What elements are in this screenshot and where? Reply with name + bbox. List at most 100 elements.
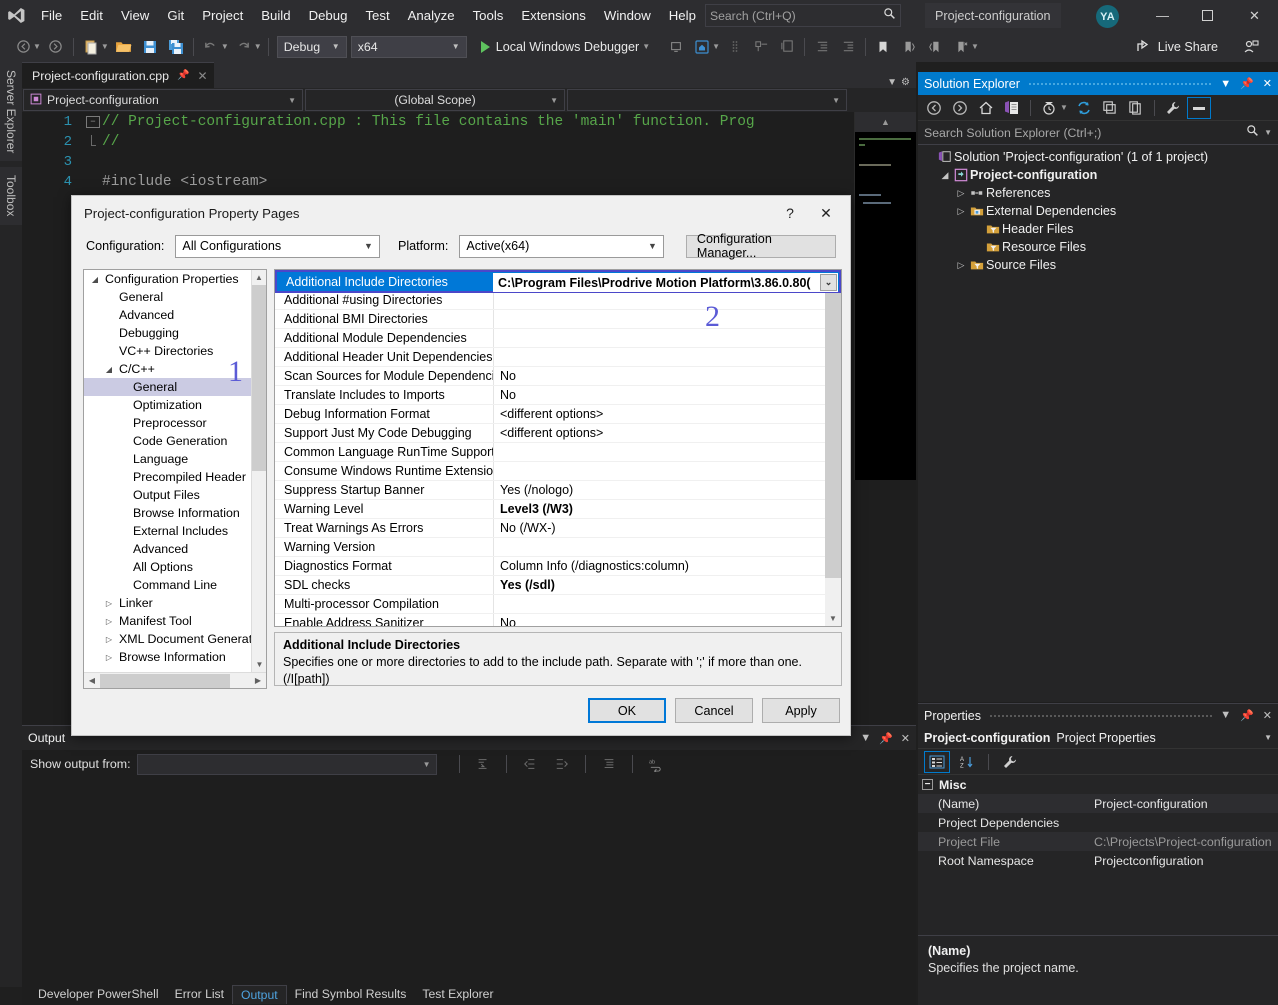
vertical-tab-toolbox[interactable]: Toolbox xyxy=(0,167,22,224)
collapse-icon[interactable]: − xyxy=(922,779,933,790)
menu-item-project[interactable]: Project xyxy=(193,4,252,27)
property-row[interactable]: (Name)Project-configuration xyxy=(918,794,1278,813)
solution-tree-item-references[interactable]: ▷References xyxy=(918,184,1278,202)
dialog-grid-row[interactable]: Debug Information Format<different optio… xyxy=(275,405,841,424)
home-icon[interactable] xyxy=(690,35,714,59)
dialog-grid-row[interactable]: Additional Module Dependencies xyxy=(275,329,841,348)
navbar-project-combo[interactable]: Project-configuration ▼ xyxy=(23,89,303,111)
dialog-grid-row[interactable]: Multi-processor Compilation xyxy=(275,595,841,614)
dialog-tree-item-advanced[interactable]: Advanced xyxy=(84,306,266,324)
dialog-grid-row[interactable]: Warning LevelLevel3 (/W3) xyxy=(275,500,841,519)
clear-all-icon[interactable] xyxy=(597,752,621,776)
open-file-icon[interactable] xyxy=(112,35,136,59)
tree-expander-icon[interactable]: ▷ xyxy=(102,599,116,608)
save-all-icon[interactable] xyxy=(164,35,188,59)
pin-icon[interactable]: 📌 xyxy=(177,70,189,81)
run-target-dropdown-icon[interactable]: ▼ xyxy=(642,42,650,51)
dialog-grid-row[interactable]: Enable Address SanitizerNo xyxy=(275,614,841,627)
tree-expander-icon[interactable]: ▷ xyxy=(102,653,116,662)
scroll-left-icon[interactable]: ◀ xyxy=(84,673,100,689)
bottom-tab-developer-powershell[interactable]: Developer PowerShell xyxy=(30,985,167,1003)
pending-changes-dropdown-icon[interactable]: ▼ xyxy=(1060,103,1068,112)
editor-minimap[interactable]: ▲ xyxy=(854,112,916,480)
avatar[interactable]: YA xyxy=(1096,5,1119,28)
close-icon-props[interactable]: ✕ xyxy=(1263,709,1272,722)
apply-button[interactable]: Apply xyxy=(762,698,840,723)
close-icon-se[interactable]: ✕ xyxy=(1263,77,1272,90)
forward-icon-se[interactable] xyxy=(948,97,972,119)
property-value[interactable]: C:\Projects\Project-configuration xyxy=(1090,835,1278,849)
dialog-tree-item-output-files[interactable]: Output Files xyxy=(84,486,266,504)
redo-dropdown-icon[interactable]: ▼ xyxy=(254,42,262,51)
comment-block-icon[interactable] xyxy=(775,35,799,59)
grid-property-value[interactable]: Yes (/sdl) xyxy=(493,578,841,592)
menu-item-debug[interactable]: Debug xyxy=(300,4,357,27)
menu-item-help[interactable]: Help xyxy=(660,4,705,27)
configuration-combo[interactable]: All Configurations ▼ xyxy=(175,235,380,258)
scroll-down-icon[interactable]: ▼ xyxy=(252,657,267,672)
dialog-grid-row[interactable]: Scan Sources for Module DependenciesNo xyxy=(275,367,841,386)
grid-property-value[interactable]: <different options> xyxy=(493,407,841,421)
menu-item-build[interactable]: Build xyxy=(252,4,299,27)
dialog-grid-row[interactable]: Additional #using Directories xyxy=(275,291,841,310)
dialog-tree-item-command-line[interactable]: Command Line xyxy=(84,576,266,594)
additional-include-directories-input[interactable]: C:\Program Files\Prodrive Motion Platfor… xyxy=(493,273,838,292)
configuration-manager-button[interactable]: Configuration Manager... xyxy=(686,235,836,258)
pin-icon-props[interactable]: 📌 xyxy=(1240,709,1254,722)
solution-tree-item-external-dependencies[interactable]: ▷External Dependencies xyxy=(918,202,1278,220)
add-collaborator-icon[interactable] xyxy=(1239,35,1263,59)
home-icon-se[interactable] xyxy=(974,97,998,119)
tree-twisty-icon[interactable]: ▷ xyxy=(954,260,968,271)
pending-changes-icon[interactable] xyxy=(1037,97,1061,119)
bottom-tab-output[interactable]: Output xyxy=(232,985,287,1004)
new-project-icon[interactable] xyxy=(79,35,103,59)
property-value[interactable]: Project-configuration xyxy=(1090,797,1278,811)
back-dropdown-icon[interactable]: ▼ xyxy=(33,42,41,51)
solution-explorer-view-icon[interactable] xyxy=(1000,97,1024,119)
start-debugging-button[interactable]: Local Windows Debugger ▼ xyxy=(475,40,658,54)
property-value[interactable]: Projectconfiguration xyxy=(1090,854,1278,868)
grid-property-value[interactable]: No xyxy=(493,388,841,402)
solution-tree-item-solution-project-configuration-1-of-1-project[interactable]: Solution 'Project-configuration' (1 of 1… xyxy=(918,148,1278,166)
grid-property-value[interactable]: No xyxy=(493,616,841,627)
dialog-tree-vscrollbar[interactable]: ▲ ▼ xyxy=(251,270,266,672)
window-close-button[interactable]: ✕ xyxy=(1232,0,1277,31)
toggle-outlining-icon[interactable] xyxy=(749,35,773,59)
panel-menu-icon-props[interactable]: ▼ xyxy=(1220,709,1231,722)
dialog-grid-row[interactable]: Translate Includes to ImportsNo xyxy=(275,386,841,405)
toolbar-overflow-icon[interactable]: ▼ xyxy=(971,42,979,51)
menu-item-edit[interactable]: Edit xyxy=(71,4,112,27)
cancel-button[interactable]: Cancel xyxy=(675,698,753,723)
dialog-tree-hscrollbar[interactable]: ◀ ▶ xyxy=(84,672,266,688)
global-search-box[interactable] xyxy=(705,4,901,27)
alphabetical-view-icon[interactable]: AZ xyxy=(954,751,980,773)
navigate-back-icon[interactable] xyxy=(11,35,35,59)
solution-explorer-search-input[interactable] xyxy=(924,126,1246,140)
dialog-tree-item-preprocessor[interactable]: Preprocessor xyxy=(84,414,266,432)
bottom-tab-error-list[interactable]: Error List xyxy=(167,985,232,1003)
redo-icon[interactable] xyxy=(232,35,256,59)
bottom-tab-find-symbol-results[interactable]: Find Symbol Results xyxy=(287,985,415,1003)
document-tab-project-configuration-cpp[interactable]: Project-configuration.cpp 📌 ✕ xyxy=(22,62,214,88)
bottom-tab-test-explorer[interactable]: Test Explorer xyxy=(414,985,501,1003)
dialog-grid-row[interactable]: Additional Include DirectoriesC:\Program… xyxy=(275,270,841,293)
dialog-tree-item-debugging[interactable]: Debugging xyxy=(84,324,266,342)
tab-settings-icon[interactable]: ⚙ xyxy=(901,77,910,88)
categorized-view-icon[interactable] xyxy=(924,751,950,773)
properties-wrench-icon[interactable] xyxy=(1161,97,1185,119)
vertical-tab-server-explorer[interactable]: Server Explorer xyxy=(0,62,22,161)
menu-item-view[interactable]: View xyxy=(112,4,158,27)
dialog-tree-item-browse-information[interactable]: ▷Browse Information xyxy=(84,648,266,666)
grid-vscroll-thumb[interactable] xyxy=(825,285,841,578)
preview-selected-items-icon[interactable] xyxy=(1187,97,1211,119)
dialog-tree-item-precompiled-header[interactable]: Precompiled Header xyxy=(84,468,266,486)
chevron-down-icon-include-dirs[interactable]: ⌄ xyxy=(820,274,837,291)
property-pages-wrench-icon[interactable] xyxy=(997,751,1023,773)
search-options-dropdown-icon[interactable]: ▼ xyxy=(1264,128,1272,137)
property-row[interactable]: Project FileC:\Projects\Project-configur… xyxy=(918,832,1278,851)
back-icon-se[interactable] xyxy=(922,97,946,119)
solution-tree-item-project-configuration[interactable]: ◢Project-configuration xyxy=(918,166,1278,184)
navbar-scope-combo[interactable]: (Global Scope) ▼ xyxy=(305,89,565,111)
show-all-files-icon[interactable] xyxy=(1124,97,1148,119)
output-text-area[interactable] xyxy=(22,778,916,970)
